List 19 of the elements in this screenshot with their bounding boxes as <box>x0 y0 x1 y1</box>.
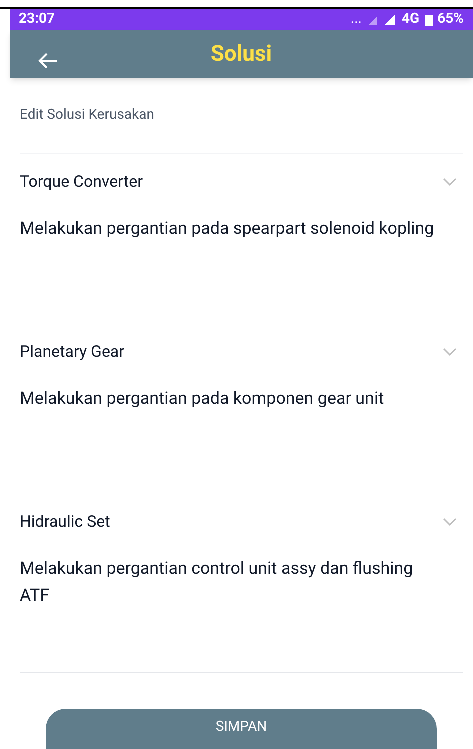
battery-percent: 65% <box>438 10 464 30</box>
section-label: Edit Solusi Kerusakan <box>20 106 154 125</box>
component-dropdown[interactable]: Planetary Gear <box>20 324 463 380</box>
chevron-down-icon <box>443 348 457 356</box>
status-time: 23:07 <box>19 10 56 30</box>
component-dropdown[interactable]: Hidraulic Set <box>20 494 463 550</box>
solution-text-field[interactable]: Melakukan pergantian control unit assy dan flushing ATF <box>20 556 463 610</box>
screen-title: Solusi <box>210 40 272 69</box>
chevron-down-icon <box>443 518 457 526</box>
battery-icon <box>424 14 433 26</box>
chevron-down-icon <box>443 178 457 186</box>
notification-dots: ... <box>350 10 362 30</box>
signal-icon <box>367 14 397 26</box>
network-type: 4G <box>402 10 420 30</box>
save-button[interactable]: SIMPAN <box>46 709 437 749</box>
solution-text-field[interactable]: Melakukan pergantian pada komponen gear unit <box>20 386 463 413</box>
back-arrow-icon[interactable] <box>38 52 58 70</box>
component-dropdown[interactable]: Torque Converter <box>20 154 463 210</box>
solution-text-field[interactable]: Melakukan pergantian pada spearpart solenoid kopling <box>20 216 463 243</box>
